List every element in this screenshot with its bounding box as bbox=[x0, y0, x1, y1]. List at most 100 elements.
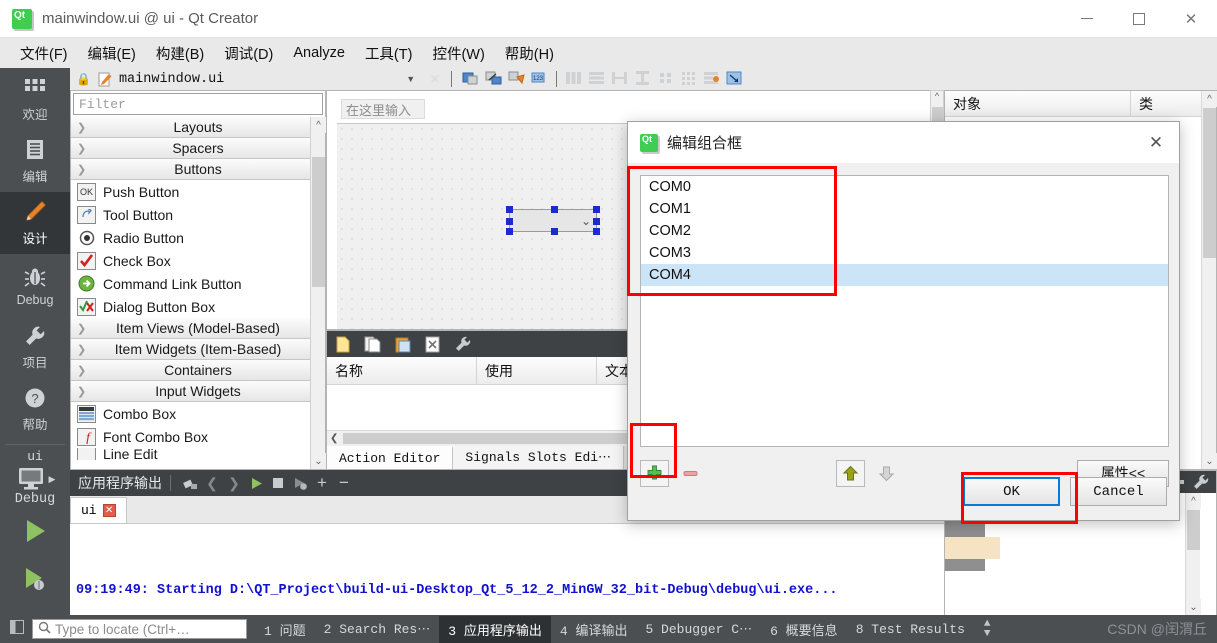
scroll-left-icon[interactable]: ❮ bbox=[327, 433, 341, 444]
menu-item-tools[interactable]: 工具(T) bbox=[355, 39, 423, 68]
paste-icon[interactable] bbox=[393, 335, 413, 353]
sidebar-item-design[interactable]: 设计 bbox=[0, 192, 70, 254]
scrollbar-thumb[interactable] bbox=[1187, 510, 1200, 550]
object-inspector-scrollbar[interactable]: ^ ⌄ bbox=[1201, 91, 1217, 469]
resize-handle[interactable] bbox=[551, 206, 558, 213]
chevron-down-icon[interactable]: ▼ bbox=[406, 74, 415, 84]
widget-item-combo-box[interactable]: Combo Box bbox=[71, 402, 325, 425]
sidebar-toggle-icon[interactable] bbox=[10, 620, 24, 638]
status-tab-general-messages[interactable]: 6 概要信息 bbox=[761, 616, 847, 643]
stop-icon[interactable] bbox=[267, 473, 289, 493]
list-item[interactable]: COM3 bbox=[641, 242, 1168, 264]
layout-grid-icon[interactable] bbox=[680, 70, 697, 89]
property-scrollbar[interactable]: ^ ⌄ bbox=[1185, 493, 1201, 615]
scroll-up-icon[interactable]: ^ bbox=[1186, 493, 1201, 509]
maximize-button[interactable] bbox=[1113, 0, 1165, 38]
scroll-up-icon[interactable]: ^ bbox=[311, 117, 326, 133]
zoom-in-icon[interactable]: + bbox=[311, 473, 333, 493]
property-row-selected[interactable] bbox=[945, 559, 985, 571]
resize-handle[interactable] bbox=[506, 206, 513, 213]
menu-item-analyze[interactable]: Analyze bbox=[283, 41, 355, 65]
layout-vertical-icon[interactable] bbox=[588, 70, 605, 89]
remove-item-button[interactable] bbox=[676, 460, 705, 487]
sidebar-item-edit[interactable]: 编辑 bbox=[0, 130, 70, 192]
menubar-placeholder[interactable]: 在这里输入 bbox=[341, 99, 425, 119]
status-tab-application-output[interactable]: 3 应用程序输出 bbox=[439, 615, 551, 643]
status-tab-debugger-console[interactable]: 5 Debugger C⋯ bbox=[636, 618, 761, 641]
run-icon[interactable] bbox=[245, 473, 267, 493]
sidebar-item-welcome[interactable]: 欢迎 bbox=[0, 68, 70, 130]
ok-button[interactable]: OK bbox=[963, 477, 1060, 506]
sidebar-item-debug[interactable]: Debug bbox=[0, 254, 70, 316]
lock-icon[interactable]: 🔒 bbox=[76, 72, 91, 86]
tab-action-editor[interactable]: Action Editor bbox=[327, 446, 454, 469]
resize-handle[interactable] bbox=[551, 228, 558, 235]
layout-form-icon[interactable] bbox=[657, 70, 674, 89]
run-button[interactable] bbox=[0, 507, 70, 555]
debug-run-button[interactable] bbox=[0, 555, 70, 603]
status-tab-issues[interactable]: 1 问题 bbox=[255, 616, 315, 643]
kit-selector[interactable]: ▶ bbox=[0, 466, 70, 492]
clear-icon[interactable] bbox=[179, 473, 201, 493]
widget-item-check-box[interactable]: Check Box bbox=[71, 249, 325, 272]
edit-signals-icon[interactable] bbox=[485, 70, 502, 89]
form-widget-combobox[interactable]: ⌄ bbox=[506, 206, 600, 235]
locator-input[interactable]: Type to locate (Ctrl+… bbox=[32, 619, 247, 639]
menu-item-help[interactable]: 帮助(H) bbox=[495, 39, 564, 68]
edit-widgets-icon[interactable] bbox=[462, 70, 479, 89]
scroll-down-icon[interactable]: ⌄ bbox=[1186, 599, 1201, 615]
status-tab-search-results[interactable]: 2 Search Res⋯ bbox=[315, 618, 440, 641]
copy-icon[interactable] bbox=[363, 335, 383, 353]
menu-item-edit[interactable]: 编辑(E) bbox=[78, 39, 146, 68]
widget-item-line-edit[interactable]: Line Edit bbox=[71, 448, 325, 460]
column-header-used[interactable]: 使用 bbox=[477, 357, 597, 384]
move-down-button[interactable] bbox=[872, 460, 901, 487]
scroll-down-icon[interactable]: ⌄ bbox=[311, 453, 326, 469]
widget-box-scrollbar[interactable]: ^ ⌄ bbox=[310, 117, 326, 469]
list-item-selected[interactable]: COM4 bbox=[641, 264, 1168, 286]
column-header-name[interactable]: 名称 bbox=[327, 357, 477, 384]
widget-group-buttons[interactable]: ❯ Buttons bbox=[71, 159, 325, 180]
resize-handle[interactable] bbox=[593, 206, 600, 213]
widget-filter-input[interactable]: Filter bbox=[73, 93, 323, 115]
scrollbar-thumb[interactable] bbox=[312, 157, 325, 287]
cancel-button[interactable]: Cancel bbox=[1070, 477, 1167, 506]
scroll-up-icon[interactable]: ^ bbox=[931, 91, 943, 101]
widget-item-push-button[interactable]: OK Push Button bbox=[71, 180, 325, 203]
property-row-value[interactable] bbox=[945, 537, 1000, 559]
scroll-down-icon[interactable]: ⌄ bbox=[1202, 453, 1217, 469]
adjust-size-icon[interactable] bbox=[726, 70, 743, 89]
menu-item-build[interactable]: 构建(B) bbox=[146, 39, 214, 68]
layout-splitter-h-icon[interactable] bbox=[611, 70, 628, 89]
break-layout-icon[interactable] bbox=[703, 70, 720, 89]
configure-icon[interactable] bbox=[453, 335, 473, 353]
list-item[interactable]: COM1 bbox=[641, 198, 1168, 220]
dialog-close-button[interactable]: ✕ bbox=[1133, 122, 1179, 164]
widget-group-input-widgets[interactable]: ❯ Input Widgets bbox=[71, 381, 325, 402]
zoom-out-icon[interactable]: − bbox=[333, 473, 355, 493]
widget-group-spacers[interactable]: ❯ Spacers bbox=[71, 138, 325, 159]
sidebar-item-help[interactable]: ? 帮助 bbox=[0, 378, 70, 440]
widget-item-tool-button[interactable]: Tool Button bbox=[71, 203, 325, 226]
widget-item-font-combo-box[interactable]: f Font Combo Box bbox=[71, 425, 325, 448]
close-icon[interactable]: ✕ bbox=[429, 71, 441, 88]
menu-item-widgets[interactable]: 控件(W) bbox=[422, 39, 494, 68]
resize-handle[interactable] bbox=[593, 218, 600, 225]
status-tab-compile-output[interactable]: 4 编译输出 bbox=[551, 616, 637, 643]
layout-splitter-v-icon[interactable] bbox=[634, 70, 651, 89]
menu-item-file[interactable]: 文件(F) bbox=[10, 39, 78, 68]
edit-buddies-icon[interactable] bbox=[508, 70, 525, 89]
combobox-item-list[interactable]: COM0 COM1 COM2 COM3 COM4 bbox=[640, 175, 1169, 447]
scrollbar-thumb[interactable] bbox=[1203, 108, 1216, 258]
editor-filename[interactable]: mainwindow.ui bbox=[119, 72, 224, 87]
output-tab-ui[interactable]: ui ✕ bbox=[70, 497, 127, 523]
resize-handle[interactable] bbox=[506, 218, 513, 225]
delete-icon[interactable] bbox=[423, 335, 443, 353]
edit-taborder-icon[interactable]: 123 bbox=[531, 70, 548, 89]
close-tab-icon[interactable]: ✕ bbox=[102, 504, 116, 517]
resize-handle[interactable] bbox=[506, 228, 513, 235]
minimize-button[interactable] bbox=[1061, 0, 1113, 38]
column-header-object[interactable]: 对象 bbox=[945, 91, 1131, 116]
move-up-button[interactable] bbox=[836, 459, 865, 487]
list-item[interactable]: COM2 bbox=[641, 220, 1168, 242]
